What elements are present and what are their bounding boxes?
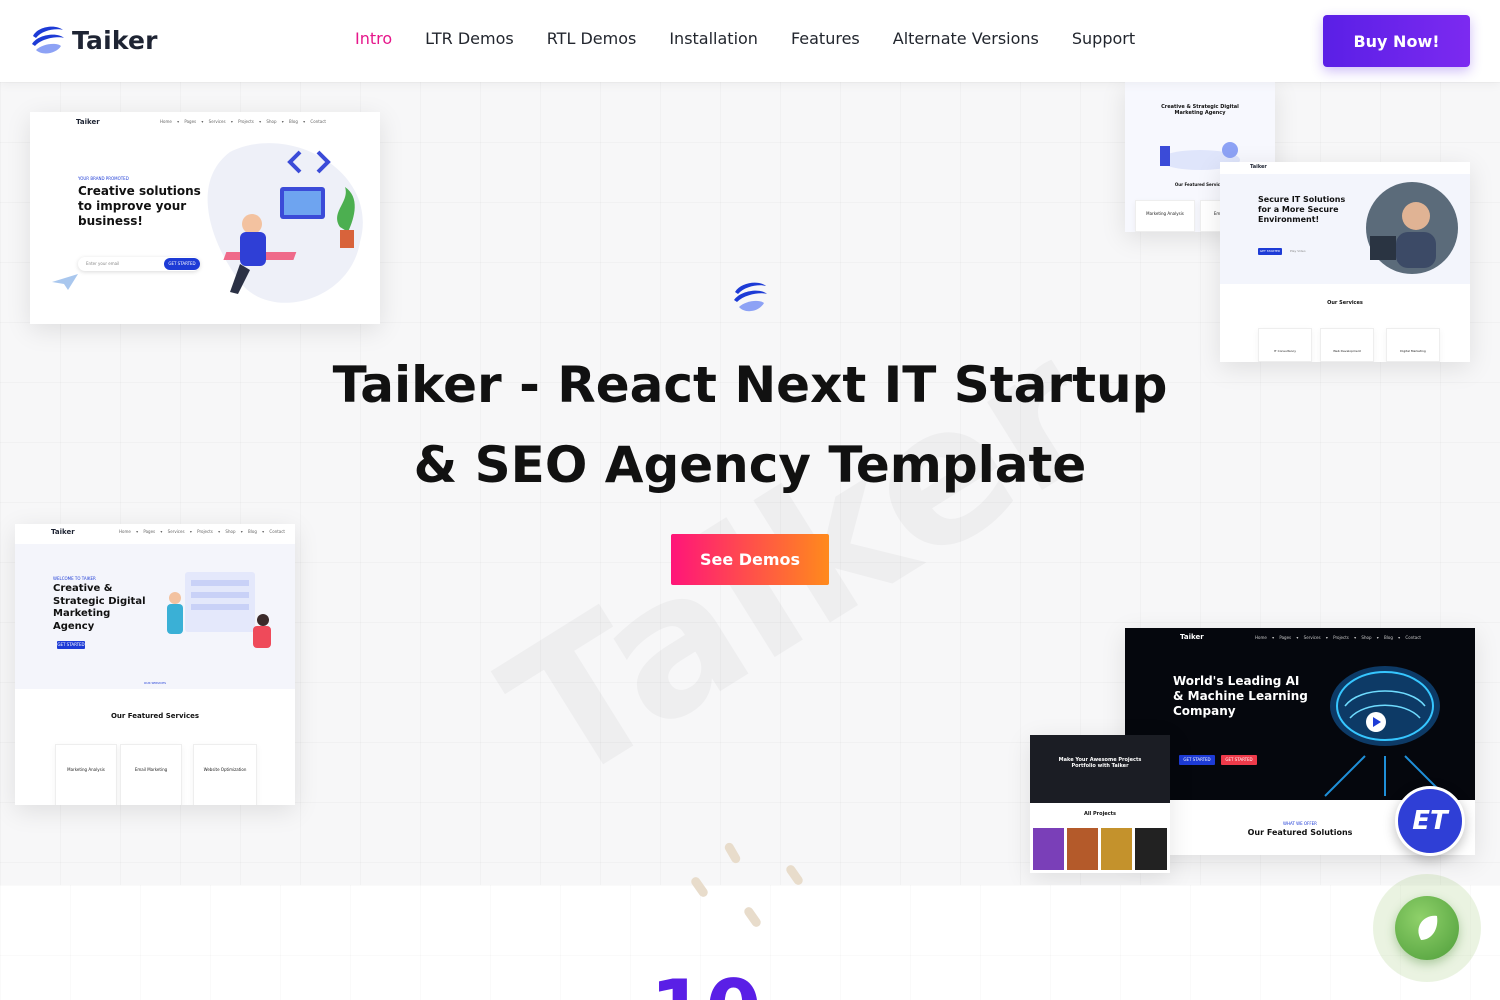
- site-header: Taiker Intro LTR Demos RTL Demos Install…: [0, 0, 1500, 82]
- preview-get-started[interactable]: GET STARTED: [1258, 248, 1282, 255]
- preview-heading: Creative & Strategic Digital Marketing A…: [1161, 104, 1239, 117]
- ai-brain-illustration: [1324, 666, 1446, 797]
- preview-email-input[interactable]: Enter your email GET STARTED: [78, 257, 200, 271]
- hero-title-line2: & SEO Agency Template: [413, 436, 1087, 494]
- preview-section-title: Our Services: [1327, 300, 1363, 306]
- preview-get-started[interactable]: GET STARTED: [57, 641, 85, 649]
- preview-heading: Creative & Strategic Digital Marketing A…: [53, 583, 146, 632]
- nav-alternate-versions[interactable]: Alternate Versions: [893, 29, 1039, 48]
- preview-section-title: All Projects: [1083, 811, 1117, 817]
- nav-installation[interactable]: Installation: [669, 29, 758, 48]
- demo-preview-secure-it[interactable]: Taiker Secure IT Solutions for a More Se…: [1220, 162, 1470, 362]
- hero-title-line1: Taiker - React Next IT Startup: [332, 356, 1168, 414]
- preview-menu: Home ▾ Pages ▾ Services ▾ Projects ▾ Sho…: [119, 529, 285, 534]
- preview-card[interactable]: Digital Marketing: [1386, 328, 1440, 362]
- preview-tag: YOUR BRAND PROMOTED: [78, 176, 129, 181]
- nav-ltr-demos[interactable]: LTR Demos: [425, 29, 514, 48]
- preview-section-title: Our Featured Services: [110, 712, 200, 720]
- preview-get-started[interactable]: GET STARTED: [1179, 755, 1215, 765]
- demo-preview-creative-solutions[interactable]: Taiker Home ▾ Pages ▾ Services ▾ Project…: [30, 112, 380, 324]
- preview-tag: WELCOME TO TAIKER: [53, 576, 96, 581]
- main-nav: Intro LTR Demos RTL Demos Installation F…: [355, 29, 1135, 48]
- preview-card[interactable]: Marketing Analysis: [55, 744, 117, 805]
- nav-rtl-demos[interactable]: RTL Demos: [547, 29, 637, 48]
- preview-brand: Taiker: [76, 118, 100, 126]
- hero-title: Taiker - React Next IT Startup & SEO Age…: [300, 345, 1200, 505]
- preview-heading: Creative solutions to improve your busin…: [78, 184, 201, 228]
- leaf-icon: [1395, 896, 1459, 960]
- taiker-logo-icon: [32, 25, 64, 55]
- nav-intro[interactable]: Intro: [355, 29, 392, 48]
- project-thumb[interactable]: [1033, 828, 1064, 870]
- preview-heading: Make Your Awesome Projects Portfolio wit…: [1058, 757, 1142, 770]
- demo-preview-marketing-agency[interactable]: Taiker Home ▾ Pages ▾ Services ▾ Project…: [15, 524, 295, 805]
- preview-brand: Taiker: [51, 528, 75, 536]
- preview-card[interactable]: Website Optimization: [193, 744, 257, 805]
- project-thumb[interactable]: [1067, 828, 1098, 870]
- preview-heading: Secure IT Solutions for a More Secure En…: [1258, 195, 1346, 224]
- preview-brand: Taiker: [1250, 164, 1267, 170]
- paper-plane-icon: [52, 274, 78, 290]
- office-illustration: [207, 143, 363, 303]
- preview-card[interactable]: Email Marketing: [120, 744, 182, 805]
- counter-number: 10: [650, 970, 761, 1000]
- preview-section-tag: OUR SERVICES: [143, 681, 167, 685]
- preview-play-label[interactable]: Play Video: [1290, 249, 1306, 253]
- preview-brand: Taiker: [1180, 633, 1204, 641]
- preview-secondary-button[interactable]: GET STARTED: [1221, 755, 1257, 765]
- brand-logo[interactable]: Taiker: [28, 20, 158, 60]
- nav-features[interactable]: Features: [791, 29, 860, 48]
- engineer-photo: [1366, 182, 1458, 274]
- buy-now-button[interactable]: Buy Now!: [1323, 15, 1470, 67]
- preview-card[interactable]: Web Development: [1320, 328, 1374, 362]
- see-demos-button[interactable]: See Demos: [671, 534, 829, 585]
- floating-leaf-button[interactable]: [1373, 874, 1481, 982]
- preview-card[interactable]: IT Consultancy: [1258, 328, 1312, 362]
- preview-menu: Home ▾ Pages ▾ Services ▾ Projects ▾ Sho…: [160, 119, 326, 124]
- preview-card[interactable]: Marketing Analysis: [1135, 200, 1195, 232]
- hero-logo-icon: [734, 282, 767, 312]
- demo-preview-portfolio[interactable]: Make Your Awesome Projects Portfolio wit…: [1030, 735, 1170, 873]
- nav-support[interactable]: Support: [1072, 29, 1135, 48]
- preview-heading: World's Leading AI & Machine Learning Co…: [1173, 674, 1308, 718]
- team-illustration: [167, 572, 271, 648]
- brand-name: Taiker: [72, 25, 158, 55]
- project-thumb[interactable]: [1135, 828, 1167, 870]
- preview-menu: Home ▾ Pages ▾ Services ▾ Projects ▾ Sho…: [1255, 635, 1421, 640]
- et-badge[interactable]: ET: [1395, 786, 1465, 856]
- project-thumb[interactable]: [1101, 828, 1132, 870]
- preview-input-placeholder: Enter your email: [86, 261, 120, 266]
- preview-get-started[interactable]: GET STARTED: [164, 258, 200, 270]
